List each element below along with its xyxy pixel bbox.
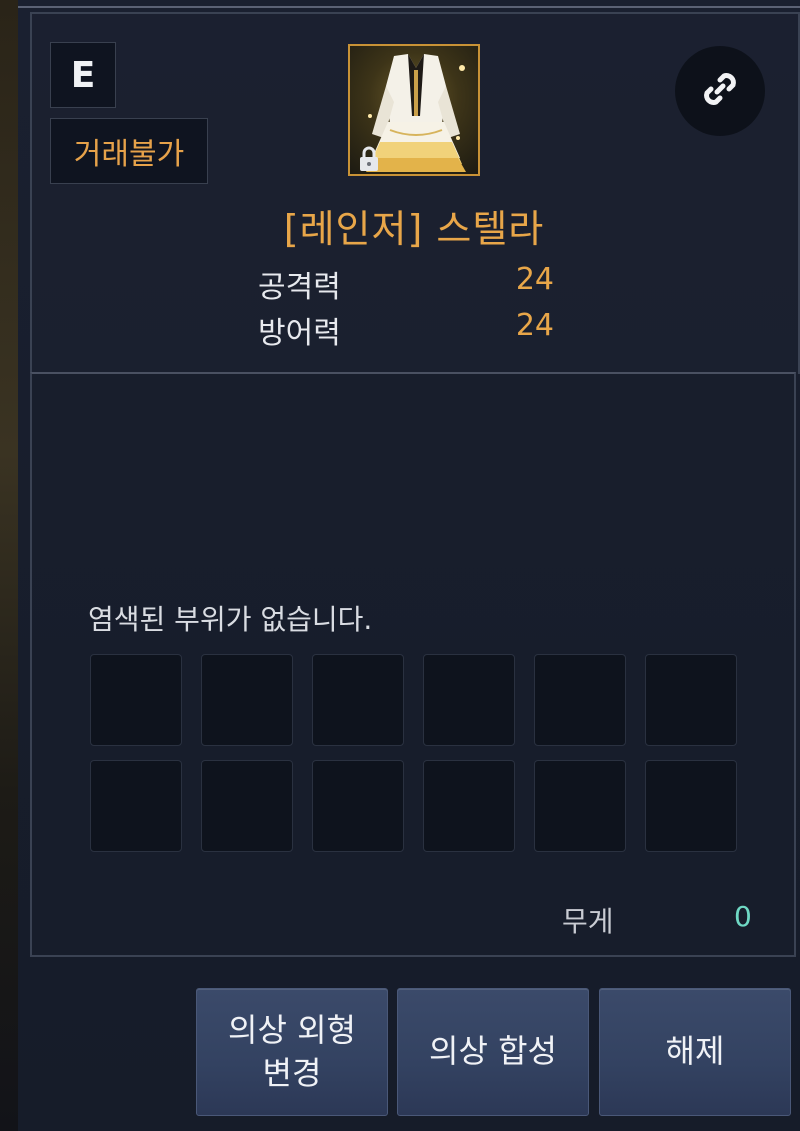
trade-status-badge: 거래불가 <box>50 118 208 184</box>
dye-slot-grid <box>90 654 740 852</box>
dye-slot[interactable] <box>201 760 293 852</box>
button-label: 의상 합성 <box>429 1032 557 1071</box>
button-label-line2: 변경 <box>262 1054 322 1092</box>
link-button[interactable] <box>675 46 765 136</box>
dye-status-message: 염색된 부위가 없습니다. <box>88 603 373 636</box>
dye-slot[interactable] <box>312 760 404 852</box>
grade-badge: E <box>50 42 116 108</box>
stat-value: 24 <box>515 308 554 343</box>
stat-label: 방어력 <box>258 316 341 351</box>
button-label: 해제 <box>665 1032 725 1071</box>
stat-label: 공격력 <box>258 270 341 305</box>
weight-value: 0 <box>734 900 752 933</box>
dye-slot[interactable] <box>534 760 626 852</box>
dye-slot[interactable] <box>90 654 182 746</box>
button-label-line1: 의상 외형 <box>228 1010 356 1049</box>
dye-slot[interactable] <box>645 654 737 746</box>
dye-slot[interactable] <box>534 654 626 746</box>
panel-top-border <box>18 6 800 8</box>
item-name: [레인저] 스텔라 <box>283 207 545 251</box>
synthesize-costume-button[interactable]: 의상 합성 <box>397 988 589 1116</box>
change-appearance-button[interactable]: 의상 외형 변경 <box>196 988 388 1116</box>
dye-slot[interactable] <box>201 654 293 746</box>
link-icon <box>698 67 742 115</box>
background-strip <box>0 0 18 1131</box>
dye-slot[interactable] <box>90 760 182 852</box>
dye-slot[interactable] <box>645 760 737 852</box>
costume-dress-icon[interactable] <box>348 44 480 176</box>
unequip-button[interactable]: 해제 <box>599 988 791 1116</box>
dye-slot[interactable] <box>423 760 515 852</box>
stat-value: 24 <box>515 262 554 297</box>
stat-row-attack: 공격력 24 <box>258 262 558 306</box>
dye-slot[interactable] <box>312 654 404 746</box>
dye-slot[interactable] <box>423 654 515 746</box>
weight-label: 무게 <box>562 905 614 938</box>
stat-row-defense: 방어력 24 <box>258 308 558 352</box>
